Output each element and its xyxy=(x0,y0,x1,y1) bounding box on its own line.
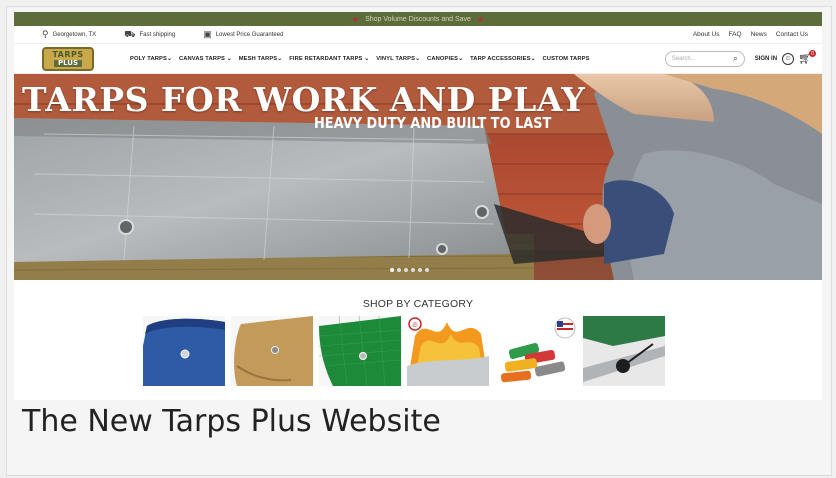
category-green-mesh[interactable] xyxy=(319,316,401,386)
menu-tarp-accessories[interactable]: TARP ACCESSORIES⌄ xyxy=(470,56,535,62)
promo-text: Shop Volume Discounts and Save xyxy=(365,15,471,23)
location-text: Georgetown, TX xyxy=(52,31,97,38)
link-about-us[interactable]: About Us xyxy=(693,31,720,38)
category-vinyl[interactable] xyxy=(495,316,577,386)
shop-by-category-title: SHOP BY CATEGORY xyxy=(362,298,474,310)
utility-links: About Us FAQ News Contact Us xyxy=(693,31,808,38)
price-info: ▣ Lowest Price Guaranteed xyxy=(203,29,283,40)
logo-line1: TARPS xyxy=(52,49,84,59)
menu-vinyl-tarps[interactable]: VINYL TARPS⌄ xyxy=(376,56,420,62)
sign-in-button[interactable]: SIGN IN ☺ xyxy=(754,52,795,65)
search-input[interactable]: Search... ⌕ xyxy=(664,50,745,67)
carousel-dot[interactable] xyxy=(425,268,429,272)
menu-mesh-tarps[interactable]: MESH TARPS⌄ xyxy=(239,56,283,62)
category-blue-poly[interactable] xyxy=(143,316,225,386)
sign-in-label: SIGN IN xyxy=(754,55,778,62)
category-menu: POLY TARPS⌄ CANVAS TARPS ⌄ MESH TARPS⌄ F… xyxy=(130,56,590,62)
shipping-info: ⛟ Fast shipping xyxy=(124,29,175,41)
carousel-dot[interactable] xyxy=(404,268,408,272)
carousel-dot[interactable] xyxy=(411,268,415,272)
cart-icon[interactable]: 🛒︎ 0 xyxy=(798,50,816,65)
search-placeholder: Search... xyxy=(671,55,696,62)
star-icon: ★ xyxy=(476,14,485,24)
menu-canopies[interactable]: CANOPIES⌄ xyxy=(427,56,463,62)
menu-canvas-tarps[interactable]: CANVAS TARPS ⌄ xyxy=(179,56,232,62)
svg-text:🔥︎: 🔥︎ xyxy=(412,320,418,329)
carousel-dots xyxy=(390,268,429,272)
figure-caption: The New Tarps Plus Website xyxy=(22,404,441,439)
tarps-plus-logo[interactable]: TARPS PLUS xyxy=(42,46,94,71)
price-text: Lowest Price Guaranteed xyxy=(215,31,284,38)
hero-banner[interactable]: TARPS FOR WORK AND PLAY HEAVY DUTY AND B… xyxy=(14,74,822,280)
link-news[interactable]: News xyxy=(751,31,767,38)
utility-bar: ⚲ Georgetown, TX ⛟ Fast shipping ▣ Lowes… xyxy=(14,26,822,44)
carousel-dot[interactable] xyxy=(397,268,401,272)
link-faq[interactable]: FAQ xyxy=(729,31,742,38)
promo-bar[interactable]: ★ Shop Volume Discounts and Save ★ xyxy=(14,12,822,26)
carousel-dot[interactable] xyxy=(390,268,394,272)
search-icon[interactable]: ⌕ xyxy=(733,54,737,64)
hero-subtitle: HEAVY DUTY AND BUILT TO LAST xyxy=(314,114,552,132)
location-info: ⚲ Georgetown, TX xyxy=(42,29,96,40)
money-icon: ▣ xyxy=(203,29,212,39)
main-navbar: TARPS PLUS POLY TARPS⌄ CANVAS TARPS ⌄ ME… xyxy=(14,44,822,74)
carousel-dot[interactable] xyxy=(418,268,422,272)
truck-icon: ⛟ xyxy=(124,28,136,39)
menu-fire-retardant-tarps[interactable]: FIRE RETARDANT TARPS ⌄ xyxy=(289,56,369,62)
star-icon: ★ xyxy=(351,14,360,24)
category-grid: 🔥︎ xyxy=(143,316,665,386)
category-canvas[interactable] xyxy=(231,316,313,386)
location-pin-icon: ⚲ xyxy=(42,29,49,39)
logo-line2: PLUS xyxy=(53,59,83,67)
category-fire-retardant[interactable]: 🔥︎ xyxy=(407,316,489,386)
user-icon: ☺ xyxy=(782,52,795,65)
menu-poly-tarps[interactable]: POLY TARPS⌄ xyxy=(130,56,172,62)
menu-custom-tarps[interactable]: CUSTOM TARPS xyxy=(543,56,590,62)
shipping-text: Fast shipping xyxy=(139,31,176,38)
category-accessories[interactable] xyxy=(583,316,665,386)
cart-count-badge: 0 xyxy=(809,50,816,57)
link-contact-us[interactable]: Contact Us xyxy=(776,31,808,38)
